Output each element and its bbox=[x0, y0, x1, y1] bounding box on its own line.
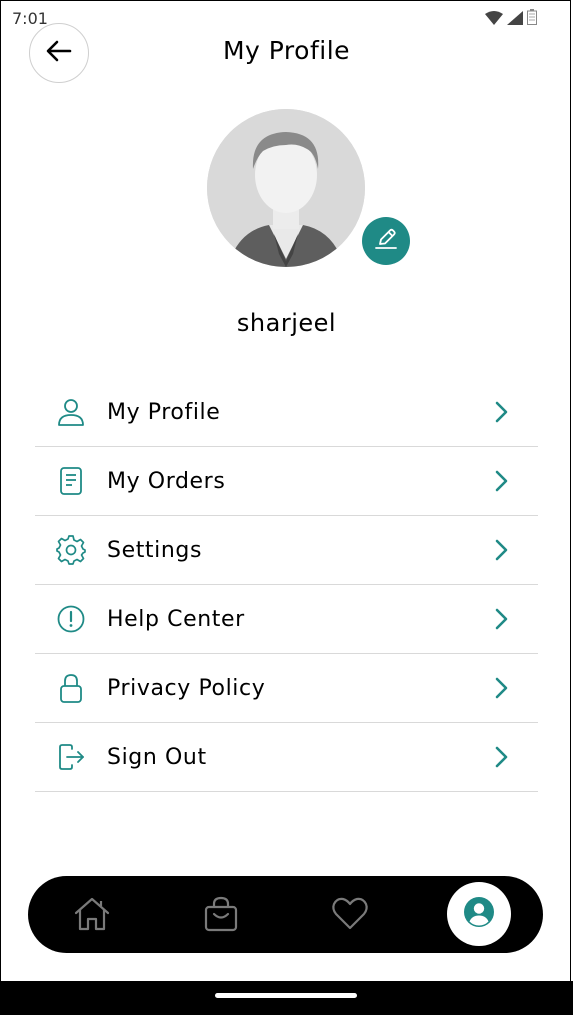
menu-item-label: Help Center bbox=[107, 606, 245, 632]
chevron-right-icon bbox=[492, 676, 510, 700]
menu-item-privacy-policy[interactable]: Privacy Policy bbox=[35, 654, 538, 723]
menu-item-my-orders[interactable]: My Orders bbox=[35, 447, 538, 516]
home-icon[interactable] bbox=[72, 894, 112, 934]
menu-item-sign-out[interactable]: Sign Out bbox=[35, 723, 538, 792]
user-icon bbox=[55, 396, 87, 428]
heart-icon[interactable] bbox=[330, 894, 370, 934]
page-title: My Profile bbox=[222, 36, 351, 65]
status-time: 7:01 bbox=[12, 9, 48, 28]
lock-icon bbox=[55, 672, 87, 704]
chevron-right-icon bbox=[492, 538, 510, 562]
status-icons bbox=[485, 9, 537, 29]
menu-item-label: Settings bbox=[107, 537, 203, 563]
info-circle-icon bbox=[55, 603, 87, 635]
edit-avatar-button[interactable] bbox=[362, 217, 410, 265]
system-navigation-bar bbox=[0, 981, 573, 1015]
chevron-right-icon bbox=[492, 400, 510, 424]
profile-menu: My Profile My Orders Settings Help Cente… bbox=[35, 378, 538, 792]
menu-item-settings[interactable]: Settings bbox=[35, 516, 538, 585]
chevron-right-icon bbox=[492, 469, 510, 493]
menu-item-label: My Orders bbox=[107, 468, 226, 494]
account-icon bbox=[463, 896, 495, 932]
account-nav-button[interactable] bbox=[447, 882, 511, 946]
shopping-bag-icon[interactable] bbox=[201, 894, 241, 934]
menu-item-label: Privacy Policy bbox=[107, 675, 266, 701]
document-icon bbox=[55, 465, 87, 497]
menu-item-help-center[interactable]: Help Center bbox=[35, 585, 538, 654]
chevron-right-icon bbox=[492, 745, 510, 769]
pencil-icon bbox=[373, 226, 399, 256]
wifi-icon bbox=[485, 10, 503, 29]
battery-icon bbox=[527, 9, 537, 29]
chevron-right-icon bbox=[492, 607, 510, 631]
gear-icon bbox=[55, 534, 87, 566]
signal-icon bbox=[507, 10, 523, 29]
sign-out-icon bbox=[55, 741, 87, 773]
username: sharjeel bbox=[236, 309, 337, 337]
menu-item-my-profile[interactable]: My Profile bbox=[35, 378, 538, 447]
bottom-nav bbox=[28, 876, 543, 953]
menu-item-label: Sign Out bbox=[107, 744, 207, 770]
menu-item-label: My Profile bbox=[107, 399, 221, 425]
avatar bbox=[207, 109, 365, 267]
home-indicator[interactable] bbox=[215, 993, 357, 998]
